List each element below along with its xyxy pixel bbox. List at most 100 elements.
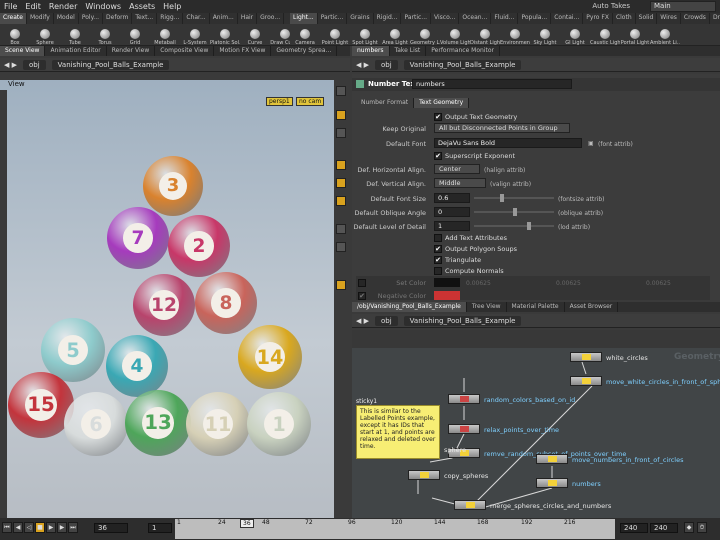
current-frame-field[interactable]: 36 (94, 523, 128, 533)
net-path-context[interactable]: obj (375, 315, 398, 326)
wireframe-icon[interactable] (336, 110, 346, 120)
add-text-attribs-checkbox[interactable] (434, 234, 442, 242)
keep-original-menu[interactable]: All but Disconnected Points in Group (434, 123, 570, 133)
polygon-soups-checkbox[interactable]: ✔ (434, 245, 442, 253)
step-forward-icon[interactable]: ▶ (57, 522, 67, 533)
frame-ruler[interactable]: 1 24 36 48 72 96 120 144 168 192 216 (175, 519, 615, 539)
shelf-tab-right-13[interactable]: Wires (657, 13, 681, 24)
node-name-field[interactable]: numbers (412, 79, 572, 89)
oblique-field[interactable]: 0 (434, 207, 470, 217)
path-node[interactable]: Vanishing_Pool_Balls_Example (51, 59, 170, 70)
fontsize-field[interactable]: 0.6 (434, 193, 470, 203)
parm-tab-0[interactable]: numbers (352, 46, 390, 56)
shelf-tab-right-7[interactable]: Fluid... (491, 13, 519, 24)
node-label-sphere[interactable]: sphere (444, 446, 466, 454)
shelf-tab-right-3[interactable]: Rigid... (374, 13, 402, 24)
shelf-tools-right-7[interactable]: Environmen... (500, 24, 530, 45)
shelf-tools-left-4[interactable]: Grid (120, 24, 150, 45)
node-label-move-numbers[interactable]: move_numbers_in_front_of_circles (572, 456, 684, 464)
node-label-white-circles[interactable]: white_circles (606, 354, 648, 362)
oblique-slider-knob[interactable] (513, 208, 517, 216)
output-text-geometry-checkbox[interactable]: ✔ (434, 113, 442, 121)
shelf-tab-right-4[interactable]: Partic... (401, 13, 432, 24)
shelf-tools-right-10[interactable]: Caustic Light (590, 24, 620, 45)
shelf-tab-right-8[interactable]: Popula... (518, 13, 552, 24)
menu-render[interactable]: Render (45, 2, 81, 11)
lighting-icon[interactable] (336, 128, 346, 138)
shelf-tab-right-14[interactable]: Crowds (681, 13, 710, 24)
shelf-tools-left-6[interactable]: L-System (180, 24, 210, 45)
realtime-icon[interactable]: ⏱ (697, 522, 707, 533)
shelf-tab-right-15[interactable]: Drive... (710, 13, 720, 24)
normal-display-icon[interactable] (336, 196, 346, 206)
compute-normals-checkbox[interactable] (434, 267, 442, 275)
path-context[interactable]: obj (23, 59, 46, 70)
negative-color-swatch[interactable] (434, 291, 460, 300)
shelf-tab-left-5[interactable]: Text... (132, 13, 158, 24)
default-font-field[interactable]: DejaVu Sans Bold (434, 138, 582, 148)
ghost-icon[interactable] (336, 160, 346, 170)
shelf-tools-left-0[interactable]: Box (0, 24, 30, 45)
parm-path-node[interactable]: Vanishing_Pool_Balls_Example (403, 59, 522, 70)
shelf-tab-left-9[interactable]: Hair (238, 13, 258, 24)
net-path-node[interactable]: Vanishing_Pool_Balls_Example (403, 315, 522, 326)
shelf-tools-right-3[interactable]: Area Light (380, 24, 410, 45)
global-end-field[interactable]: 240 (650, 523, 678, 533)
jump-start-icon[interactable]: ⏮ (2, 522, 12, 533)
snap-icon[interactable] (336, 224, 346, 234)
start-frame-field[interactable]: 1 (148, 523, 172, 533)
set-color-g[interactable]: 0.00625 (556, 280, 581, 287)
menu-assets[interactable]: Assets (125, 2, 159, 11)
jump-end-icon[interactable]: ⏭ (68, 522, 78, 533)
shelf-tools-left-3[interactable]: Torus (90, 24, 120, 45)
node-numbers[interactable] (536, 478, 568, 488)
shelf-tools-right-1[interactable]: Point Light (320, 24, 350, 45)
shelf-tools-right-5[interactable]: Volume Light (440, 24, 470, 45)
parm-path-context[interactable]: obj (375, 59, 398, 70)
stop-icon[interactable]: ■ (35, 522, 45, 533)
network-tab-0[interactable]: /obj/Vanishing_Pool_Balls_Example (352, 302, 467, 312)
node-relax[interactable] (448, 424, 480, 434)
lod-slider[interactable] (474, 225, 554, 227)
shelf-tools-right-4[interactable]: Geometry L... (410, 24, 440, 45)
shelf-tab-left-3[interactable]: Poly... (79, 13, 104, 24)
desktop-select[interactable]: Main (650, 1, 716, 12)
menu-windows[interactable]: Windows (81, 2, 125, 11)
shelf-tools-right-11[interactable]: Portal Light (620, 24, 650, 45)
auto-takes-toggle[interactable]: Auto Takes (592, 2, 630, 10)
shelf-tab-left-10[interactable]: Groo... (257, 13, 285, 24)
no-cam-menu[interactable]: no cam (296, 97, 325, 106)
scene-tab-5[interactable]: Geometry Sprea... (271, 46, 338, 56)
node-move-white[interactable] (570, 376, 602, 386)
shelf-tools-left-1[interactable]: Sphere (30, 24, 60, 45)
key-icon[interactable]: ◆ (684, 522, 694, 533)
shelf-tools-left-9[interactable]: Draw Curve (270, 24, 290, 45)
node-copy[interactable] (408, 470, 440, 480)
lod-field[interactable]: 1 (434, 221, 470, 231)
shelf-tab-right-12[interactable]: Solid (636, 13, 658, 24)
shelf-tab-left-2[interactable]: Model (54, 13, 79, 24)
back-arrow-icon[interactable]: ◀ ▶ (356, 61, 369, 69)
node-label-numbers[interactable]: numbers (572, 480, 601, 488)
end-frame-field[interactable]: 240 (620, 523, 648, 533)
node-label-move-white[interactable]: move_white_circles_in_front_of_spheres (606, 378, 720, 386)
camera-icon[interactable] (336, 280, 346, 290)
scene-tab-3[interactable]: Composite View (155, 46, 215, 56)
camera-menu[interactable]: persp1 (266, 97, 293, 106)
node-white-circles[interactable] (570, 352, 602, 362)
display-options-icon[interactable] (336, 86, 346, 96)
sticky-note[interactable]: This is similar to the Labelled Points e… (356, 405, 440, 459)
shelf-tab-right-1[interactable]: Partic... (318, 13, 348, 24)
shelf-tab-left-7[interactable]: Char... (183, 13, 210, 24)
triangulate-checkbox[interactable]: ✔ (434, 256, 442, 264)
grid-icon[interactable] (336, 242, 346, 252)
shelf-tools-left-7[interactable]: Platonic Sol... (210, 24, 240, 45)
node-move-numbers[interactable] (536, 454, 568, 464)
shelf-tools-right-0[interactable]: Camera (290, 24, 320, 45)
set-color-b[interactable]: 0.00625 (646, 280, 671, 287)
shelf-tab-right-11[interactable]: Cloth (613, 13, 636, 24)
play-icon[interactable]: ▶ (46, 522, 56, 533)
shelf-tools-left-8[interactable]: Curve (240, 24, 270, 45)
point-display-icon[interactable] (336, 178, 346, 188)
shelf-tools-right-8[interactable]: Sky Light (530, 24, 560, 45)
